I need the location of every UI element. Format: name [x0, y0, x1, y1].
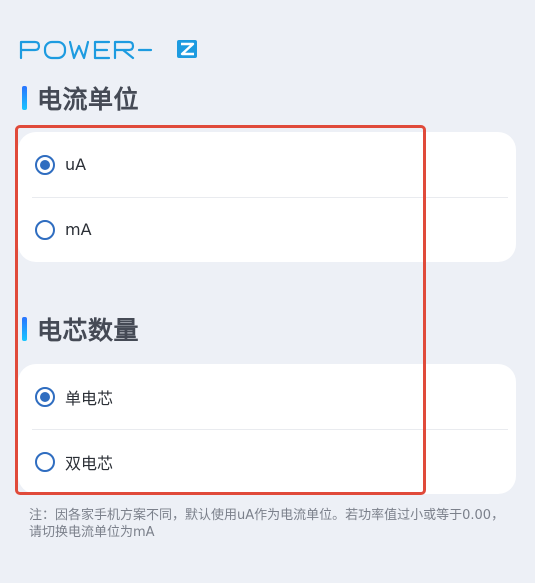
current-unit-card: uA mA: [18, 132, 516, 262]
footnote: 注：因各家手机方案不同，默认使用uA作为电流单位。若功率值过小或等于0.00，请…: [29, 508, 505, 540]
cell-count-heading: 电芯数量: [22, 311, 139, 347]
radio-unchecked-icon[interactable]: [35, 219, 55, 240]
option-ua[interactable]: uA: [18, 132, 516, 197]
radio-unchecked-icon[interactable]: [35, 451, 55, 472]
option-single-cell-label: 单电芯: [65, 388, 114, 408]
radio-checked-icon[interactable]: [35, 154, 55, 175]
option-ma[interactable]: mA: [18, 197, 516, 262]
radio-checked-icon[interactable]: [35, 386, 55, 407]
brand-logo: [19, 38, 199, 60]
settings-page: 电流单位 uA mA 电芯数量 单电芯 双电芯 注：因各家手机方案不同，默认使用…: [0, 0, 535, 583]
option-single-cell[interactable]: 单电芯: [18, 364, 516, 429]
option-dual-cell-label: 双电芯: [65, 453, 114, 473]
cell-count-card: 单电芯 双电芯: [18, 364, 516, 494]
heading-accent-bar: [22, 317, 27, 341]
power-z-logo-icon: [19, 40, 197, 60]
current-unit-title: 电流单位: [37, 85, 140, 114]
option-dual-cell[interactable]: 双电芯: [18, 429, 516, 494]
cell-count-title: 电芯数量: [37, 316, 140, 345]
option-ua-label: uA: [65, 155, 87, 174]
current-unit-heading: 电流单位: [22, 80, 139, 116]
option-ma-label: mA: [65, 220, 92, 239]
heading-accent-bar: [22, 86, 27, 110]
